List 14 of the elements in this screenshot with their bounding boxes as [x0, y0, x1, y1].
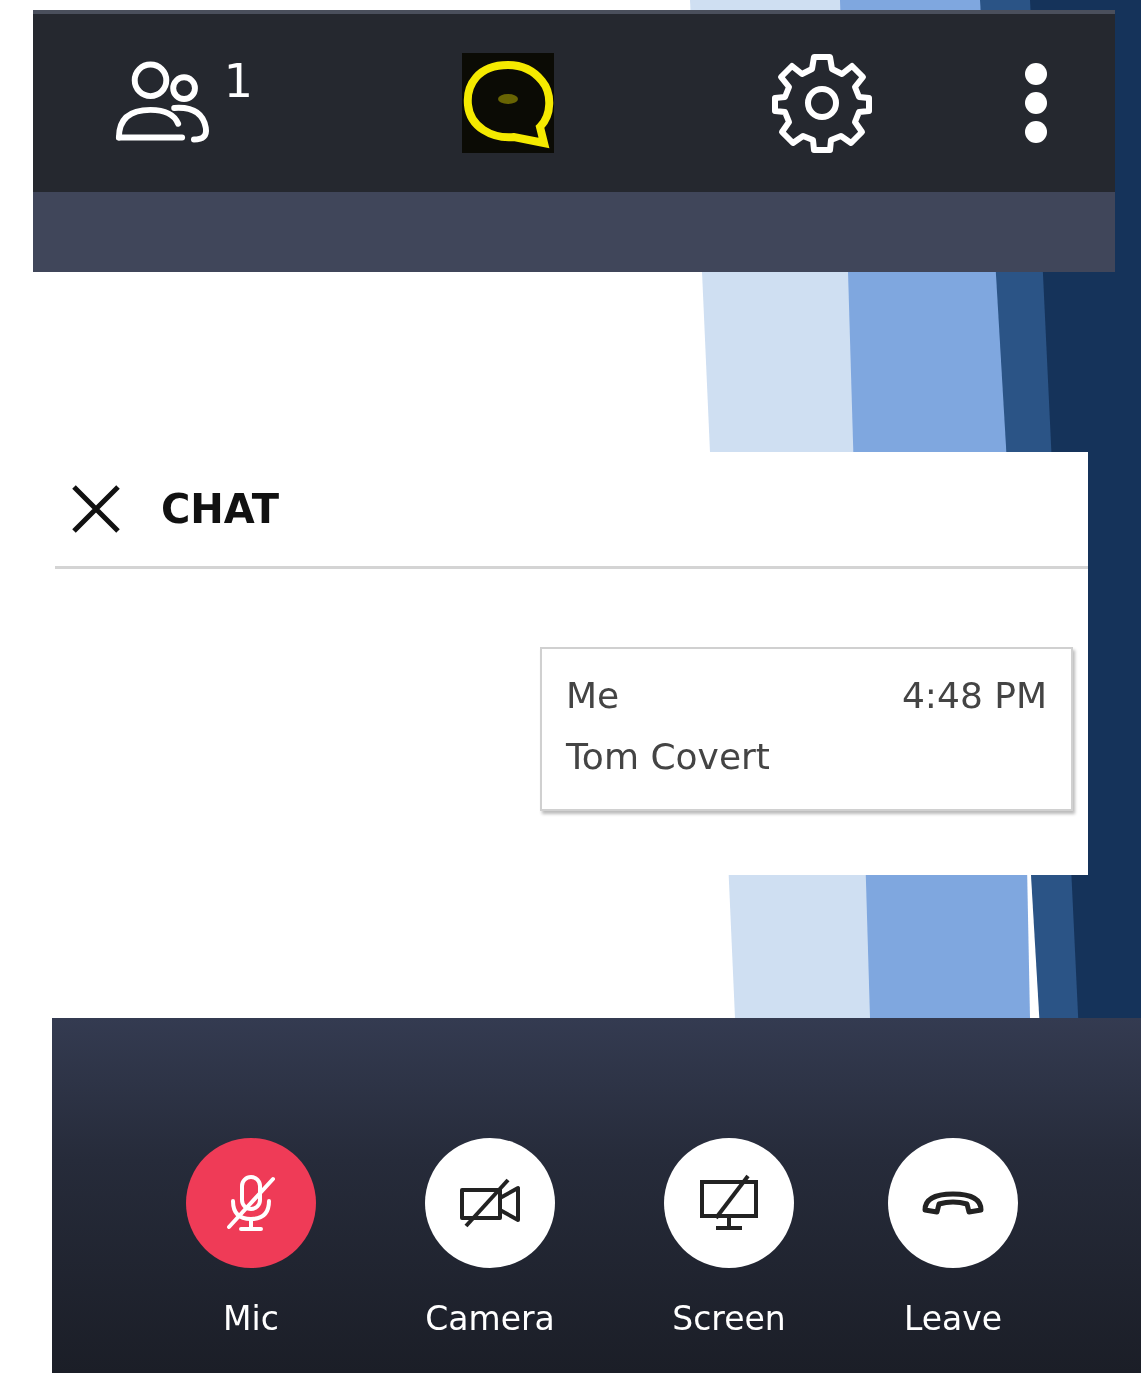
control-label: Camera — [425, 1302, 555, 1335]
participant-count: 1 — [223, 58, 253, 104]
control-label: Mic — [223, 1302, 279, 1335]
chat-title: CHAT — [161, 486, 279, 532]
control-label: Leave — [903, 1302, 1003, 1335]
message-text: Tom Covert — [566, 736, 770, 777]
settings-icon[interactable] — [771, 52, 873, 154]
more-options-icon[interactable] — [1023, 63, 1049, 143]
message-sender: Me — [566, 675, 620, 716]
camera-off-icon — [458, 1178, 522, 1228]
close-icon[interactable] — [71, 484, 121, 534]
control-label: Screen — [672, 1302, 786, 1335]
message-time: 4:48 PM — [901, 675, 1047, 716]
screen-share-off-icon — [698, 1174, 760, 1232]
